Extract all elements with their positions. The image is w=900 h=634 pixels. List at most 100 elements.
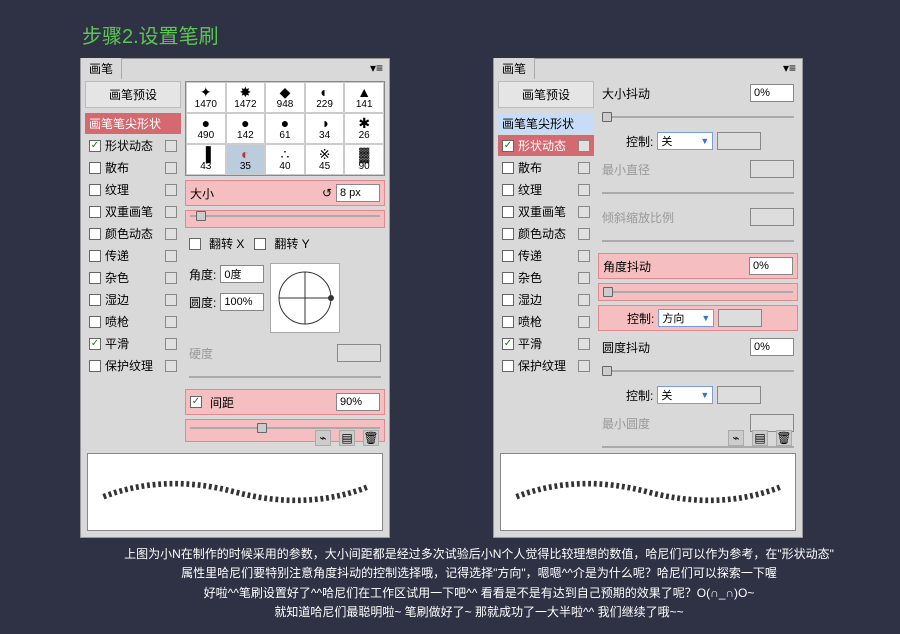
lock-icon[interactable] bbox=[165, 140, 177, 152]
flip-y-checkbox[interactable] bbox=[254, 238, 266, 250]
sidebar-item-noise[interactable]: 杂色 bbox=[85, 267, 181, 288]
brush-preset-grid[interactable]: ✦1470 ✸1472 ◆948 ◐229 ▲141 ●490 ●142 ●61… bbox=[185, 81, 385, 176]
checkbox-icon[interactable] bbox=[89, 184, 101, 196]
lock-icon[interactable] bbox=[165, 184, 177, 196]
sidebar-item-airbrush[interactable]: 喷枪 bbox=[85, 311, 181, 332]
checkbox-icon[interactable] bbox=[89, 272, 101, 284]
delete-icon[interactable]: 🗑 bbox=[363, 430, 379, 446]
angle-control-select[interactable]: 方向▼ bbox=[658, 309, 714, 327]
round-control-select[interactable]: 关▼ bbox=[657, 386, 713, 404]
sidebar-item-dual-brush[interactable]: 双重画笔 bbox=[85, 201, 181, 222]
checkbox-icon[interactable] bbox=[502, 272, 514, 284]
sidebar-item-texture[interactable]: 纹理 bbox=[85, 179, 181, 200]
new-brush-icon[interactable]: ▤ bbox=[339, 430, 355, 446]
sidebar-item-texture[interactable]: 纹理 bbox=[498, 179, 594, 200]
panel-menu-icon[interactable]: ▾≡ bbox=[777, 59, 802, 77]
lock-icon[interactable] bbox=[578, 360, 590, 372]
lock-icon[interactable] bbox=[578, 272, 590, 284]
sidebar-item-protect-texture[interactable]: 保护纹理 bbox=[498, 355, 594, 376]
sidebar-item-shape-dynamics[interactable]: 形状动态 bbox=[498, 135, 594, 156]
roundness-input[interactable]: 100% bbox=[220, 293, 264, 311]
brush-preset-button[interactable]: 画笔预设 bbox=[85, 81, 181, 108]
sidebar-item-shape-dynamics[interactable]: 形状动态 bbox=[85, 135, 181, 156]
checkbox-icon[interactable] bbox=[89, 162, 101, 174]
checkbox-icon[interactable] bbox=[89, 140, 101, 152]
lock-icon[interactable] bbox=[165, 294, 177, 306]
checkbox-icon[interactable] bbox=[502, 250, 514, 262]
angle-input[interactable]: 0度 bbox=[220, 265, 264, 283]
size-control-select[interactable]: 关▼ bbox=[657, 132, 713, 150]
lock-icon[interactable] bbox=[578, 206, 590, 218]
sidebar-item-noise[interactable]: 杂色 bbox=[498, 267, 594, 288]
sidebar-item-dual-brush[interactable]: 双重画笔 bbox=[498, 201, 594, 222]
lock-icon[interactable] bbox=[165, 338, 177, 350]
checkbox-icon[interactable] bbox=[89, 206, 101, 218]
checkbox-icon[interactable] bbox=[89, 228, 101, 240]
sidebar-item-protect-texture[interactable]: 保护纹理 bbox=[85, 355, 181, 376]
angle-jitter-input[interactable]: 0% bbox=[749, 257, 793, 275]
panel-tab-brush[interactable]: 画笔 bbox=[81, 58, 122, 79]
checkbox-icon[interactable] bbox=[89, 338, 101, 350]
checkbox-icon[interactable] bbox=[502, 338, 514, 350]
checkbox-icon[interactable] bbox=[502, 140, 514, 152]
sidebar-item-transfer[interactable]: 传递 bbox=[85, 245, 181, 266]
checkbox-icon[interactable] bbox=[502, 162, 514, 174]
sidebar-item-airbrush[interactable]: 喷枪 bbox=[498, 311, 594, 332]
lock-icon[interactable] bbox=[578, 338, 590, 350]
brush-preset-button[interactable]: 画笔预设 bbox=[498, 81, 594, 108]
sidebar-item-smoothing[interactable]: 平滑 bbox=[498, 333, 594, 354]
checkbox-icon[interactable] bbox=[502, 316, 514, 328]
lock-icon[interactable] bbox=[165, 250, 177, 262]
sidebar-item-scattering[interactable]: 散布 bbox=[85, 157, 181, 178]
checkbox-icon[interactable] bbox=[502, 294, 514, 306]
lock-icon[interactable] bbox=[578, 140, 590, 152]
lock-icon[interactable] bbox=[578, 162, 590, 174]
spacing-input[interactable]: 90% bbox=[336, 393, 380, 411]
lock-icon[interactable] bbox=[165, 162, 177, 174]
checkbox-icon[interactable] bbox=[89, 250, 101, 262]
reset-size-icon[interactable]: ↺ bbox=[322, 186, 332, 200]
flip-x-checkbox[interactable] bbox=[189, 238, 201, 250]
lock-icon[interactable] bbox=[578, 184, 590, 196]
size-slider[interactable] bbox=[190, 211, 380, 221]
sidebar-item-smoothing[interactable]: 平滑 bbox=[85, 333, 181, 354]
lock-icon[interactable] bbox=[165, 360, 177, 372]
panel-menu-icon[interactable]: ▾≡ bbox=[364, 59, 389, 77]
spacing-checkbox[interactable] bbox=[190, 396, 202, 408]
checkbox-icon[interactable] bbox=[502, 184, 514, 196]
checkbox-icon[interactable] bbox=[89, 294, 101, 306]
size-jitter-input[interactable]: 0% bbox=[750, 84, 794, 102]
lock-icon[interactable] bbox=[578, 294, 590, 306]
angle-jitter-slider[interactable] bbox=[603, 287, 793, 297]
checkbox-icon[interactable] bbox=[502, 206, 514, 218]
lock-icon[interactable] bbox=[578, 250, 590, 262]
sidebar-item-wet-edges[interactable]: 湿边 bbox=[85, 289, 181, 310]
lock-icon[interactable] bbox=[165, 272, 177, 284]
sidebar-item-brushtip[interactable]: 画笔笔尖形状 bbox=[498, 113, 594, 134]
sidebar-item-transfer[interactable]: 传递 bbox=[498, 245, 594, 266]
lock-icon[interactable] bbox=[165, 228, 177, 240]
checkbox-icon[interactable] bbox=[502, 360, 514, 372]
checkbox-icon[interactable] bbox=[502, 228, 514, 240]
toggle-preview-icon[interactable]: ⌁ bbox=[728, 430, 744, 446]
size-jitter-slider[interactable] bbox=[602, 112, 794, 122]
delete-icon[interactable]: 🗑 bbox=[776, 430, 792, 446]
panel-tab-brush[interactable]: 画笔 bbox=[494, 58, 535, 79]
size-input[interactable]: 8 px bbox=[336, 184, 380, 202]
checkbox-icon[interactable] bbox=[89, 316, 101, 328]
sidebar-item-scattering[interactable]: 散布 bbox=[498, 157, 594, 178]
sidebar-item-color-dynamics[interactable]: 颜色动态 bbox=[498, 223, 594, 244]
new-brush-icon[interactable]: ▤ bbox=[752, 430, 768, 446]
round-jitter-input[interactable]: 0% bbox=[750, 338, 794, 356]
sidebar-item-brushtip[interactable]: 画笔笔尖形状 bbox=[85, 113, 181, 134]
round-jitter-slider[interactable] bbox=[602, 366, 794, 376]
lock-icon[interactable] bbox=[165, 206, 177, 218]
lock-icon[interactable] bbox=[165, 316, 177, 328]
lock-icon[interactable] bbox=[578, 316, 590, 328]
sidebar-item-color-dynamics[interactable]: 颜色动态 bbox=[85, 223, 181, 244]
lock-icon[interactable] bbox=[578, 228, 590, 240]
sidebar-item-wet-edges[interactable]: 湿边 bbox=[498, 289, 594, 310]
toggle-preview-icon[interactable]: ⌁ bbox=[315, 430, 331, 446]
angle-diagram[interactable] bbox=[270, 263, 340, 333]
checkbox-icon[interactable] bbox=[89, 360, 101, 372]
